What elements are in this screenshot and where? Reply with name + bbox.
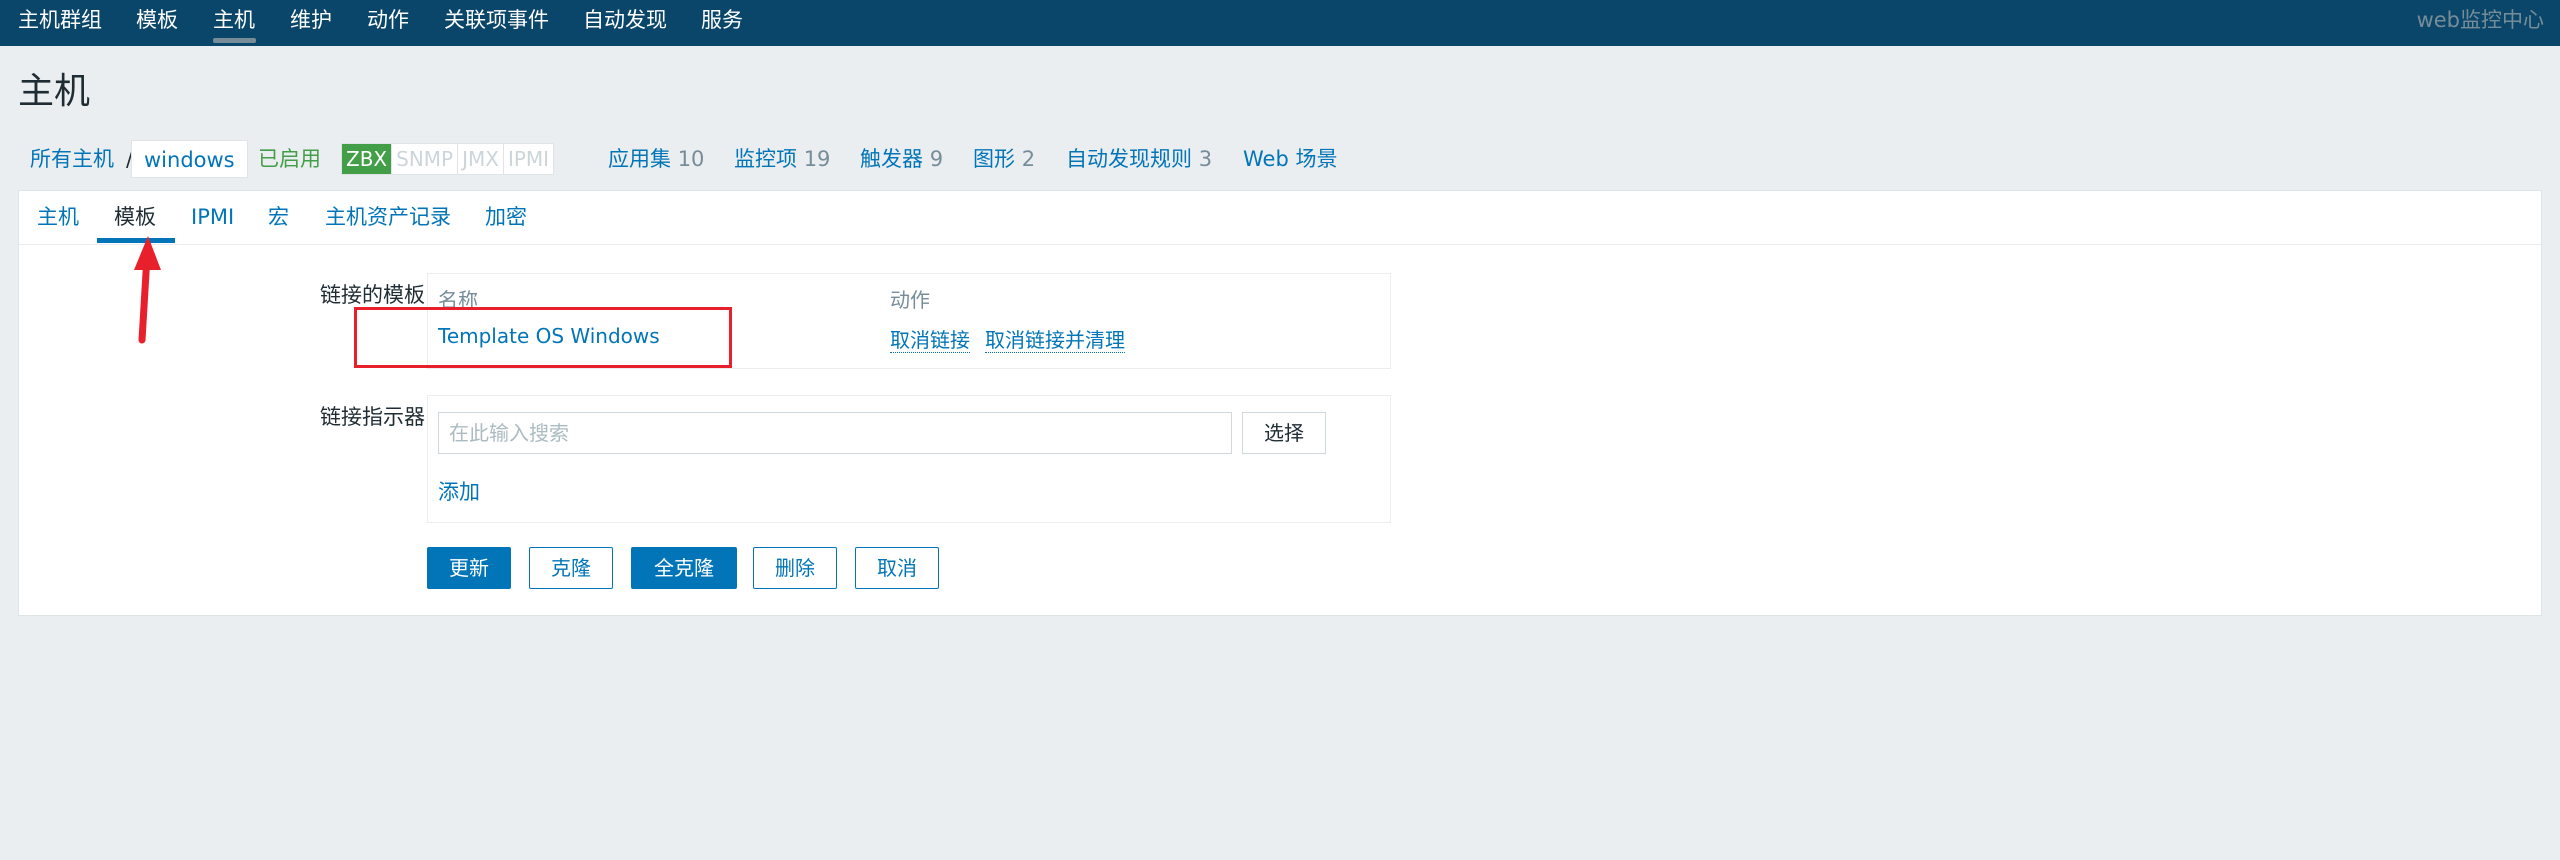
link-triggers-label: 触发器 xyxy=(860,147,923,171)
nav-services[interactable]: 服务 xyxy=(701,0,743,46)
unlink-and-clear-button[interactable]: 取消链接并清理 xyxy=(985,324,1125,353)
link-items-label: 监控项 xyxy=(734,147,797,171)
badge-jmx: JMX xyxy=(457,144,503,174)
unlink-button[interactable]: 取消链接 xyxy=(890,324,970,353)
nav-maintenance[interactable]: 维护 xyxy=(290,0,332,46)
linked-templates-label: 链接的模板 xyxy=(320,283,425,307)
badge-zbx: ZBX xyxy=(342,144,392,174)
highlight-box xyxy=(354,307,732,368)
link-graphs[interactable]: 图形 2 xyxy=(973,138,1035,180)
tab-macros[interactable]: 宏 xyxy=(268,191,289,245)
link-triggers[interactable]: 触发器 9 xyxy=(860,138,943,180)
link-applications[interactable]: 应用集 10 xyxy=(608,138,704,180)
nav-templates[interactable]: 模板 xyxy=(136,0,178,46)
link-discovery-rules-label: 自动发现规则 xyxy=(1066,147,1192,171)
host-status-enabled[interactable]: 已启用 xyxy=(258,138,321,180)
link-indicator-label: 链接指示器 xyxy=(320,405,425,429)
link-items-count: 19 xyxy=(803,147,831,171)
nav-actions[interactable]: 动作 xyxy=(367,0,409,46)
brand-label: web监控中心 xyxy=(2416,8,2544,32)
form-tabs: 主机 模板 IPMI 宏 主机资产记录 加密 xyxy=(19,191,2541,245)
tab-host[interactable]: 主机 xyxy=(37,191,79,245)
select-button[interactable]: 选择 xyxy=(1242,412,1326,454)
unlink-label: 取消链接 xyxy=(890,328,970,353)
column-header-action: 动作 xyxy=(890,288,930,312)
breadcrumb-all-hosts[interactable]: 所有主机 xyxy=(30,138,114,180)
link-discovery-rules[interactable]: 自动发现规则 3 xyxy=(1066,138,1212,180)
link-graphs-label: 图形 xyxy=(973,147,1015,171)
badge-snmp: SNMP xyxy=(391,144,458,174)
nav-active-indicator xyxy=(213,38,256,43)
tab-ipmi[interactable]: IPMI xyxy=(191,191,234,245)
link-indicator-box: 选择 添加 xyxy=(427,395,1391,523)
link-items[interactable]: 监控项 19 xyxy=(734,138,830,180)
host-form-panel: 主机 模板 IPMI 宏 主机资产记录 加密 链接的模板 名称 动作 Templ… xyxy=(18,190,2542,616)
update-button[interactable]: 更新 xyxy=(427,547,511,589)
tab-inventory[interactable]: 主机资产记录 xyxy=(325,191,451,245)
nav-host-groups[interactable]: 主机群组 xyxy=(18,0,102,46)
annotation-arrow-icon xyxy=(134,236,161,344)
link-web-scenarios[interactable]: Web 场景 xyxy=(1243,138,1337,180)
delete-button[interactable]: 删除 xyxy=(753,547,837,589)
unlink-and-clear-label: 取消链接并清理 xyxy=(985,328,1125,353)
link-graphs-count: 2 xyxy=(1021,147,1036,171)
availability-badges: ZBX SNMP JMX IPMI xyxy=(341,143,555,175)
link-triggers-count: 9 xyxy=(929,147,944,171)
link-discovery-rules-count: 3 xyxy=(1198,147,1213,171)
nav-discovery[interactable]: 自动发现 xyxy=(583,0,667,46)
nav-correlation-events[interactable]: 关联项事件 xyxy=(444,0,549,46)
template-search-input[interactable] xyxy=(438,412,1232,454)
add-link[interactable]: 添加 xyxy=(438,476,480,506)
link-applications-label: 应用集 xyxy=(608,147,671,171)
clone-button[interactable]: 克隆 xyxy=(529,547,613,589)
page-title: 主机 xyxy=(18,71,91,112)
cancel-button[interactable]: 取消 xyxy=(855,547,939,589)
top-nav: 主机群组 模板 主机 维护 动作 关联项事件 自动发现 服务 web监控中心 xyxy=(0,0,2560,46)
full-clone-button[interactable]: 全克隆 xyxy=(631,547,737,589)
tab-encryption[interactable]: 加密 xyxy=(485,191,527,245)
breadcrumb-host[interactable]: windows xyxy=(131,140,248,178)
link-applications-count: 10 xyxy=(677,147,705,171)
badge-ipmi: IPMI xyxy=(502,144,554,174)
